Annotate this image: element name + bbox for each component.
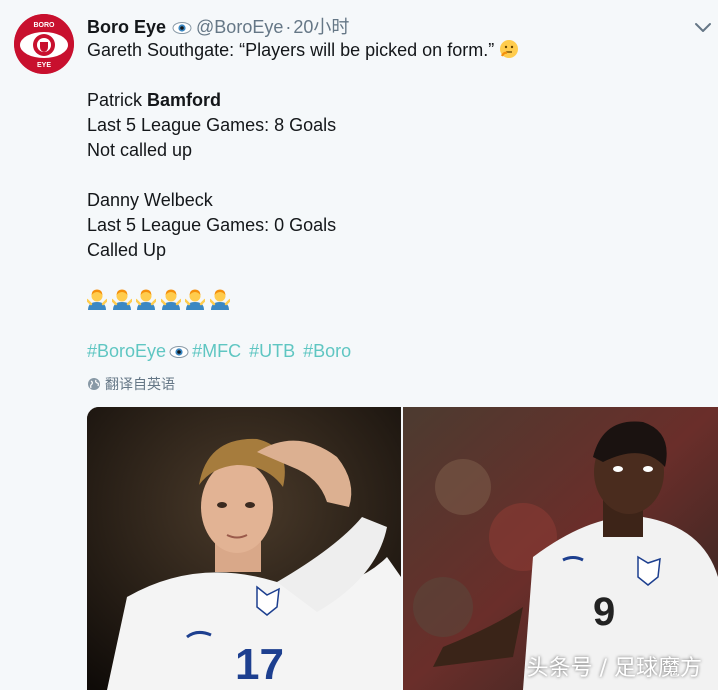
person-shrugging-icon (183, 288, 207, 310)
person-shrugging-icon (85, 288, 109, 310)
quote-text: Gareth Southgate: “Players will be picke… (87, 40, 500, 60)
author-handle[interactable]: @BoroEye (196, 17, 283, 37)
timestamp[interactable]: 20小时 (293, 17, 349, 37)
person-shrugging-icon (159, 288, 182, 310)
avatar-text-bottom: EYE (37, 62, 51, 69)
translate-link[interactable]: 翻译自英语 (87, 374, 175, 396)
player1-last: Bamford (147, 90, 222, 110)
eye-icon (169, 341, 189, 366)
jersey-number-right: 9 (593, 590, 615, 634)
translate-label[interactable]: 翻译自英语 (105, 376, 175, 392)
shrug-emoji-row (85, 288, 234, 312)
quote-line: Gareth Southgate: “Players will be picke… (87, 38, 697, 63)
avatar[interactable]: BORO EYE (14, 14, 74, 74)
avatar-text-top: BORO (34, 22, 56, 29)
photo-welbeck[interactable]: 9 (403, 407, 718, 690)
hashtag-utb[interactable]: #UTB (249, 341, 295, 361)
player2-stat: Last 5 League Games: 0 Goals (87, 215, 337, 235)
person-shrugging-icon (208, 288, 231, 310)
watermark: 头条号 / 足球魔方 (526, 656, 702, 681)
separator-dot: · (285, 17, 292, 37)
hashtag-boro[interactable]: #Boro (303, 341, 351, 361)
hashtag-mfc[interactable]: #MFC (192, 341, 241, 361)
player2-name: Danny Welbeck (87, 190, 213, 210)
tweet-header: Boro Eye @BoroEye · 20小时 (87, 15, 349, 39)
player1-first: Patrick (87, 90, 148, 110)
jersey-number-left: 17 (235, 640, 284, 689)
tweet[interactable]: BORO EYE Boro Eye @BoroEye · 20小时 Gareth So… (0, 0, 718, 690)
chevron-down-icon[interactable] (694, 20, 712, 34)
hashtag-list: #BoroEye #MFC #UTB #Boro (87, 339, 354, 366)
thinking-face-icon (499, 39, 519, 66)
player1-name: Patrick Bamford (87, 88, 697, 113)
person-shrugging-icon (110, 288, 133, 310)
globe-icon (87, 376, 101, 396)
person-shrugging-icon (134, 288, 158, 310)
photo-bamford[interactable]: 17 (87, 407, 401, 690)
photo-grid: 17 9 头条号 / 足球魔方 (87, 407, 718, 690)
player1-stat: Last 5 League Games: 8 Goals (87, 115, 337, 135)
player1-status: Not called up (87, 140, 193, 160)
hashtag-boroeye[interactable]: #BoroEye (87, 341, 166, 361)
player2-status: Called Up (87, 240, 167, 260)
author-name[interactable]: Boro Eye (87, 17, 166, 37)
tweet-text: Gareth Southgate: “Players will be picke… (87, 38, 697, 263)
